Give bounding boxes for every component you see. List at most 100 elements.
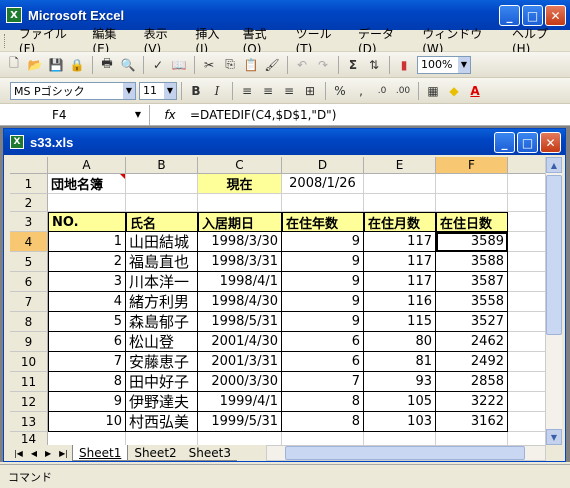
formula-input[interactable]: =DATEDIF(C4,$D$1,"D") [190, 108, 336, 122]
cell-b14[interactable] [126, 432, 198, 445]
cell-d7[interactable]: 9 [282, 292, 364, 312]
cell-g7[interactable] [508, 292, 546, 312]
cell-c5[interactable]: 1998/3/31 [198, 252, 282, 272]
cell-a9[interactable]: 6 [48, 332, 126, 352]
row-header-12[interactable]: 12 [10, 392, 48, 412]
col-header-a[interactable]: A [48, 157, 126, 174]
cell-e2[interactable] [364, 194, 436, 212]
bold-icon[interactable]: B [186, 81, 206, 101]
row-header-10[interactable]: 10 [10, 352, 48, 372]
col-header-d[interactable]: D [282, 157, 364, 174]
cell-d1[interactable]: 2008/1/26 [282, 174, 364, 194]
cell-d2[interactable] [282, 194, 364, 212]
format-painter-icon[interactable]: 🖌 [262, 55, 282, 75]
tab-sheet3[interactable]: Sheet3 [182, 445, 237, 461]
print-preview-icon[interactable]: 🔍 [118, 55, 138, 75]
cell-b2[interactable] [126, 194, 198, 212]
cell-a10[interactable]: 7 [48, 352, 126, 372]
next-sheet-icon[interactable]: ▶ [45, 449, 51, 458]
cell-a11[interactable]: 8 [48, 372, 126, 392]
row-header-8[interactable]: 8 [10, 312, 48, 332]
cell-d14[interactable] [282, 432, 364, 445]
active-cell-f4[interactable]: 3589 [436, 232, 508, 252]
zoom-select[interactable]: 100% ▼ [417, 55, 471, 74]
cell-c7[interactable]: 1998/4/30 [198, 292, 282, 312]
cell-c3[interactable]: 入居期日 [198, 212, 282, 232]
cell-b8[interactable]: 森島郁子 [126, 312, 198, 332]
cell-g2[interactable] [508, 194, 546, 212]
workbook-maximize-button[interactable]: □ [517, 132, 538, 153]
print-icon[interactable]: 🖶 [97, 55, 117, 75]
horizontal-scrollbar[interactable] [266, 445, 546, 461]
percent-icon[interactable]: % [330, 81, 350, 101]
cell-f6[interactable]: 3587 [436, 272, 508, 292]
cell-c1[interactable]: 現在 [198, 174, 282, 194]
cell-g3[interactable] [508, 212, 546, 232]
save-icon[interactable]: 💾 [46, 55, 66, 75]
row-header-2[interactable]: 2 [10, 194, 48, 212]
row-header-11[interactable]: 11 [10, 372, 48, 392]
cell-f1[interactable] [436, 174, 508, 194]
cell-g10[interactable] [508, 352, 546, 372]
cell-b4[interactable]: 山田結城 [126, 232, 198, 252]
row-header-3[interactable]: 3 [10, 212, 48, 232]
cell-c13[interactable]: 1999/5/31 [198, 412, 282, 432]
open-icon[interactable]: 📂 [25, 55, 45, 75]
cell-b1[interactable] [126, 174, 198, 194]
cell-b12[interactable]: 伊野達夫 [126, 392, 198, 412]
cell-f2[interactable] [436, 194, 508, 212]
cell-d3[interactable]: 在住年数 [282, 212, 364, 232]
cell-d9[interactable]: 6 [282, 332, 364, 352]
vertical-scrollbar[interactable]: ▲ ▼ [545, 157, 562, 445]
research-icon[interactable]: 📖 [169, 55, 189, 75]
cell-g12[interactable] [508, 392, 546, 412]
italic-icon[interactable]: I [207, 81, 227, 101]
cell-b3[interactable]: 氏名 [126, 212, 198, 232]
cell-f12[interactable]: 3222 [436, 392, 508, 412]
font-size-select[interactable]: 11 ▼ [139, 81, 177, 100]
cell-f3[interactable]: 在住日数 [436, 212, 508, 232]
merge-center-icon[interactable]: ⊞ [300, 81, 320, 101]
row-header-7[interactable]: 7 [10, 292, 48, 312]
cell-a5[interactable]: 2 [48, 252, 126, 272]
cell-c12[interactable]: 1999/4/1 [198, 392, 282, 412]
sort-ascending-icon[interactable]: ⇅ [364, 55, 384, 75]
cell-e9[interactable]: 80 [364, 332, 436, 352]
font-color-icon[interactable]: A [465, 81, 485, 101]
col-header-b[interactable]: B [126, 157, 198, 174]
cell-c6[interactable]: 1998/4/1 [198, 272, 282, 292]
cell-g14[interactable] [508, 432, 546, 445]
tab-sheet2[interactable]: Sheet2 [128, 445, 183, 461]
cell-b13[interactable]: 村西弘美 [126, 412, 198, 432]
row-header-6[interactable]: 6 [10, 272, 48, 292]
cell-e7[interactable]: 116 [364, 292, 436, 312]
row-header-9[interactable]: 9 [10, 332, 48, 352]
cut-icon[interactable]: ✂ [199, 55, 219, 75]
cell-g4[interactable] [508, 232, 546, 252]
minimize-button[interactable]: _ [499, 5, 520, 26]
fill-color-icon[interactable]: ◆ [444, 81, 464, 101]
cell-a2[interactable] [48, 194, 126, 212]
close-button[interactable]: ✕ [545, 5, 566, 26]
row-header-5[interactable]: 5 [10, 252, 48, 272]
cell-c8[interactable]: 1998/5/31 [198, 312, 282, 332]
cell-c4[interactable]: 1998/3/30 [198, 232, 282, 252]
cell-e14[interactable] [364, 432, 436, 445]
cell-f9[interactable]: 2462 [436, 332, 508, 352]
cell-e11[interactable]: 93 [364, 372, 436, 392]
row-header-4[interactable]: 4 [10, 232, 48, 252]
cell-g13[interactable] [508, 412, 546, 432]
cell-f14[interactable] [436, 432, 508, 445]
cell-d8[interactable]: 9 [282, 312, 364, 332]
fx-icon[interactable]: fx [150, 108, 190, 122]
vertical-scroll-thumb[interactable] [546, 175, 562, 335]
spelling-icon[interactable]: ✓ [148, 55, 168, 75]
cell-f13[interactable]: 3162 [436, 412, 508, 432]
cell-a14[interactable] [48, 432, 126, 445]
cell-g11[interactable] [508, 372, 546, 392]
cell-c2[interactable] [198, 194, 282, 212]
cell-g6[interactable] [508, 272, 546, 292]
first-sheet-icon[interactable]: |◀ [14, 449, 23, 458]
undo-icon[interactable]: ↶ [292, 55, 312, 75]
cell-f5[interactable]: 3588 [436, 252, 508, 272]
